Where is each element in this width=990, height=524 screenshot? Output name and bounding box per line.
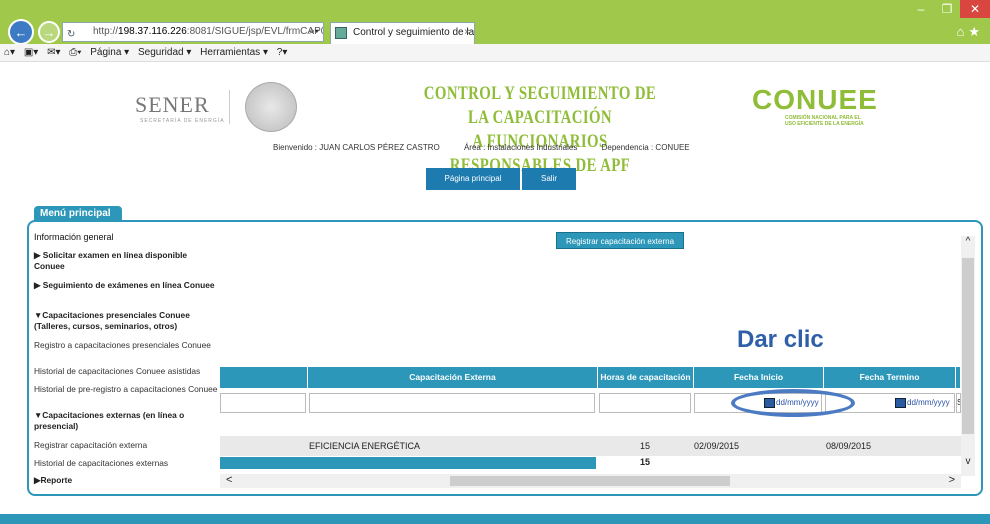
cell-fecha-termino: 08/09/2015	[826, 441, 872, 451]
conuee-subtitle: COMISIÓN NACIONAL PARA EL USO EFICIENTE …	[785, 115, 864, 127]
scroll-thumb[interactable]	[450, 476, 730, 486]
column-header-fecha-termino[interactable]: Fecha Termino	[824, 367, 956, 388]
register-external-training-button[interactable]: Registrar capacitación externa	[556, 232, 684, 249]
forward-button[interactable]: →	[38, 21, 60, 43]
chevron-up-icon[interactable]: ^	[961, 236, 975, 247]
home-icon[interactable]: ⌂	[956, 24, 968, 39]
menu-seguridad[interactable]: Seguridad ▾	[138, 47, 191, 58]
chevron-left-icon[interactable]: <	[226, 474, 232, 486]
home-page-button[interactable]: Página principal	[426, 168, 520, 190]
page-icon: ↻	[67, 29, 76, 40]
search-icon[interactable]: ⌕▾	[309, 23, 319, 41]
restore-icon[interactable]: ❐	[934, 0, 960, 18]
cell-fecha-inicio: 02/09/2015	[694, 441, 740, 451]
filter-input-horas[interactable]	[599, 393, 691, 413]
column-header-capacitacion[interactable]: Capacitación Externa	[308, 367, 598, 388]
date-picker-termino[interactable]: dd/mm/yyyy	[895, 398, 950, 408]
user-info: Bienvenido : JUAN CARLOS PÉREZ CASTRO Ár…	[273, 143, 712, 152]
column-header-blank	[220, 367, 308, 388]
triangle-right-icon: ▶	[34, 280, 41, 290]
column-header-horas[interactable]: Horas de capacitación	[598, 367, 694, 388]
dependencia-text: Dependencia : CONUEE	[601, 143, 690, 152]
column-header-fecha-inicio[interactable]: Fecha Inicio	[694, 367, 824, 388]
help-icon[interactable]: ?▾	[277, 47, 288, 58]
sidebar-item-capacitaciones-presenciales[interactable]: ▼Capacitaciones presenciales Conuee (Tal…	[34, 310, 220, 332]
scroll-thumb[interactable]	[962, 258, 974, 434]
footer-bar	[0, 514, 990, 524]
sidebar-item-historial-asistidas[interactable]: Historial de capacitaciones Conuee asist…	[34, 366, 220, 377]
highlight-oval	[731, 389, 855, 417]
back-button[interactable]: ←	[8, 19, 34, 45]
area-text: Área : Instalaciones Industriales	[463, 143, 578, 152]
minimize-icon[interactable]: –	[908, 0, 934, 18]
sidebar-item-capacitaciones-externas[interactable]: ▼Capacitaciones externas (en línea o pre…	[34, 410, 220, 432]
cell-capacitacion: EFICIENCIA ENERGÉTICA	[309, 441, 421, 451]
filter-input-blank[interactable]	[220, 393, 306, 413]
calendar-icon[interactable]	[895, 398, 906, 408]
conuee-logo: CONUEE	[752, 84, 878, 115]
address-bar[interactable]: ↻ http://198.37.116.226:8081/SIGUE/jsp/E…	[62, 22, 324, 42]
print-icon[interactable]: ⎙▾	[69, 47, 81, 58]
sidebar-item-reporte[interactable]: ▶Reporte	[34, 475, 220, 486]
sidebar-item-historial-externas[interactable]: Historial de capacitaciones externas	[34, 458, 220, 469]
browser-tab[interactable]: Control y seguimiento de la... ×	[330, 22, 475, 44]
total-bar	[220, 457, 596, 469]
window-controls: – ❐ ✕	[908, 0, 990, 18]
cell-horas: 15	[640, 441, 651, 451]
close-icon[interactable]: ✕	[960, 0, 990, 18]
feeds-icon[interactable]: ▣▾	[24, 47, 38, 58]
exit-button[interactable]: Salir	[522, 168, 576, 190]
annotation-text: Dar clic	[737, 326, 824, 353]
filter-input-capacitacion[interactable]	[309, 393, 595, 413]
vertical-scrollbar[interactable]: ^ v	[961, 236, 975, 476]
mexico-seal-icon	[245, 82, 297, 132]
total-hours: 15	[640, 457, 651, 467]
chevron-down-icon[interactable]: v	[961, 456, 975, 467]
menu-title: Menú principal	[34, 206, 122, 222]
browser-right-icons: ⌂★	[956, 24, 984, 40]
horizontal-scrollbar[interactable]: < >	[220, 474, 961, 488]
page-title: CONTROL Y SEGUIMIENTO DE LA CAPACITACIÓN…	[423, 83, 657, 176]
sidebar-item-registro-capacitaciones[interactable]: Registro a capacitaciones presenciales C…	[34, 340, 220, 351]
mail-icon[interactable]: ✉▾	[47, 47, 60, 58]
sidebar-item-info-general[interactable]: Información general	[34, 232, 220, 243]
sener-logo: SENER	[135, 92, 210, 117]
menu-herramientas[interactable]: Herramientas ▾	[200, 47, 268, 58]
welcome-text: Bienvenido : JUAN CARLOS PÉREZ CASTRO	[273, 143, 440, 152]
chevron-right-icon[interactable]: >	[949, 474, 955, 486]
home-icon[interactable]: ⌂▾	[4, 47, 15, 58]
menu-pagina[interactable]: Página ▾	[90, 47, 129, 58]
tab-close-icon[interactable]: ×	[464, 23, 470, 43]
logo-divider	[229, 90, 230, 124]
favorites-star-icon[interactable]: ★	[968, 24, 984, 39]
triangle-right-icon: ▶	[34, 250, 41, 260]
sidebar-item-seguimiento-examenes[interactable]: ▶ Seguimiento de exámenes en línea Conue…	[34, 280, 220, 291]
sidebar-item-registrar-externa[interactable]: Registrar capacitación externa	[34, 440, 220, 451]
favicon-icon	[335, 27, 347, 39]
command-bar: ⌂▾ ▣▾ ✉▾ ⎙▾ Página ▾ Seguridad ▾ Herrami…	[0, 44, 990, 62]
sidebar-item-historial-preregistro[interactable]: Historial de pre-registro a capacitacion…	[34, 384, 220, 395]
sidebar-item-solicitar-examen[interactable]: ▶ Solicitar examen en línea disponible C…	[34, 250, 220, 272]
sener-subtitle: SECRETARÍA DE ENERGÍA	[140, 118, 225, 124]
